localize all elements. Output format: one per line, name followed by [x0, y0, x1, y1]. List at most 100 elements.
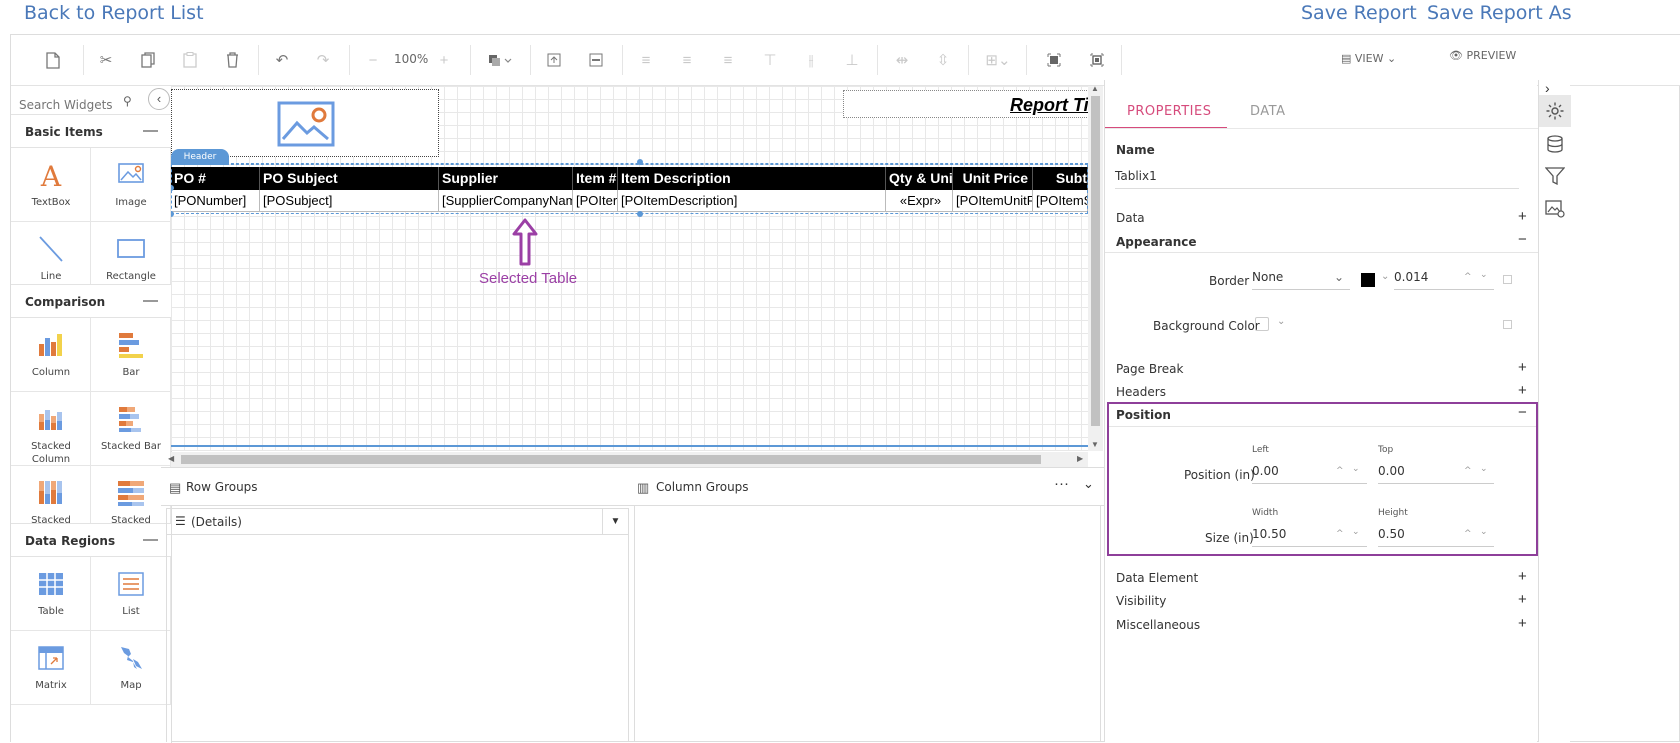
spin-up-icon[interactable]: ^: [1336, 529, 1344, 539]
table-cell[interactable]: [POItemS: [1033, 190, 1088, 212]
collapse-pane-button[interactable]: ‹: [148, 88, 170, 110]
table-cell[interactable]: «Expr»: [886, 190, 953, 212]
zoom-out-icon[interactable]: −: [361, 48, 385, 72]
section-visibility[interactable]: Visibility: [1116, 594, 1166, 608]
spin-up-icon[interactable]: ^: [1336, 466, 1344, 476]
table-header-cell[interactable]: Qty & Unit: [886, 167, 953, 190]
table-header-cell[interactable]: Item Description: [618, 167, 886, 190]
cut-icon[interactable]: ✂: [94, 48, 118, 72]
table-header-cell[interactable]: Unit Price: [953, 167, 1033, 190]
table-cell[interactable]: [PONumber]: [171, 190, 260, 212]
table-header-cell[interactable]: PO #: [171, 167, 260, 190]
table-cell[interactable]: [POItemDescription]: [618, 190, 886, 212]
table-header-cell[interactable]: Subt: [1033, 167, 1088, 190]
align-middle-icon[interactable]: [584, 48, 608, 72]
spin-up-icon[interactable]: ^: [1464, 529, 1472, 539]
scroll-up-icon[interactable]: ▲: [1091, 84, 1099, 93]
chevron-down-icon[interactable]: ⌄: [1381, 271, 1389, 282]
expand-headers-icon[interactable]: +: [1518, 382, 1527, 399]
canvas-horizontal-scrollbar[interactable]: ◀ ▶: [168, 452, 1088, 467]
size-dropdown-icon[interactable]: ⊞⌄: [981, 48, 1015, 72]
widget-bar[interactable]: Bar: [91, 318, 171, 392]
zoom-in-icon[interactable]: +: [432, 48, 456, 72]
new-page-icon[interactable]: [41, 48, 65, 72]
border-color-swatch[interactable]: [1361, 273, 1375, 287]
delete-icon[interactable]: [220, 48, 244, 72]
align-left-icon[interactable]: ≡: [634, 48, 658, 72]
report-title-textbox[interactable]: Report Ti: [843, 90, 1088, 118]
expand-miscellaneous-icon[interactable]: +: [1518, 615, 1527, 632]
spin-down-icon[interactable]: ⌄: [1352, 527, 1360, 537]
collapse-icon[interactable]: —: [143, 122, 158, 139]
details-group-item[interactable]: ☰ (Details) ▼: [167, 509, 628, 535]
scroll-down-icon[interactable]: ▼: [1091, 440, 1099, 449]
widget-column[interactable]: Column: [11, 318, 91, 392]
scroll-thumb[interactable]: [181, 455, 1041, 464]
name-field[interactable]: Tablix1: [1115, 169, 1519, 189]
border-width-input[interactable]: 0.014 ^ ⌄: [1394, 270, 1494, 290]
section-miscellaneous[interactable]: Miscellaneous: [1116, 618, 1200, 632]
expand-visibility-icon[interactable]: +: [1518, 591, 1527, 608]
background-checkbox[interactable]: [1503, 320, 1512, 329]
spin-down-icon[interactable]: ⌄: [1480, 527, 1488, 537]
chevron-down-icon[interactable]: ⌄: [1277, 316, 1285, 327]
align-vcenter-icon[interactable]: ⫲: [799, 48, 823, 72]
category-comparison[interactable]: Comparison —: [11, 284, 171, 318]
details-dropdown-icon[interactable]: ▼: [602, 509, 628, 535]
widget-map[interactable]: Map: [91, 631, 171, 705]
search-widgets-input[interactable]: [19, 94, 159, 116]
database-icon[interactable]: [1546, 135, 1564, 153]
collapse-icon[interactable]: —: [143, 531, 158, 548]
widget-table[interactable]: Table: [11, 557, 91, 631]
distribute-vertical-icon[interactable]: ⇳: [931, 48, 955, 72]
align-right-icon[interactable]: ≡: [716, 48, 740, 72]
category-data-regions[interactable]: Data Regions —: [11, 523, 171, 557]
table-header-cell[interactable]: PO Subject: [260, 167, 439, 190]
widget-textbox[interactable]: A TextBox: [11, 148, 91, 222]
widget-stacked-column[interactable]: Stacked Column: [11, 392, 91, 466]
expand-data-element-icon[interactable]: +: [1518, 568, 1527, 585]
widget-list[interactable]: List: [91, 557, 171, 631]
resize-handle[interactable]: [637, 159, 643, 165]
section-page-break[interactable]: Page Break: [1116, 362, 1183, 376]
table-header-cell[interactable]: Item #: [573, 167, 618, 190]
redo-icon[interactable]: ↷: [311, 48, 335, 72]
bring-to-front-icon[interactable]: [1042, 48, 1066, 72]
table-cell[interactable]: [SupplierCompanyNam: [439, 190, 573, 212]
collapse-icon[interactable]: —: [143, 292, 158, 309]
align-top-edges-icon[interactable]: ⊤: [758, 48, 782, 72]
section-appearance[interactable]: Appearance: [1116, 235, 1197, 249]
align-bottom-edges-icon[interactable]: ⊥: [840, 48, 864, 72]
section-position[interactable]: Position: [1116, 408, 1171, 422]
undo-icon[interactable]: ↶: [270, 48, 294, 72]
expand-page-break-icon[interactable]: +: [1518, 359, 1527, 376]
table-header-row[interactable]: PO # PO Subject Supplier Item # Item Des…: [171, 167, 1088, 190]
collapse-appearance-icon[interactable]: −: [1518, 231, 1527, 248]
category-basic-items[interactable]: Basic Items —: [11, 114, 171, 148]
spin-down-icon[interactable]: ⌄: [1480, 270, 1488, 280]
widget-image[interactable]: Image: [91, 148, 171, 222]
table-cell[interactable]: [POSubject]: [260, 190, 439, 212]
spin-down-icon[interactable]: ⌄: [1352, 464, 1360, 474]
image-manager-icon[interactable]: [1545, 200, 1565, 218]
background-color-swatch[interactable]: [1255, 317, 1269, 331]
section-data-element[interactable]: Data Element: [1116, 571, 1198, 585]
preview-button[interactable]: 👁 PREVIEW: [1449, 49, 1516, 62]
border-checkbox[interactable]: [1503, 275, 1512, 284]
table-cell[interactable]: [POIter: [573, 190, 618, 212]
resize-handle[interactable]: [637, 211, 643, 217]
table-detail-row[interactable]: [PONumber] [POSubject] [SupplierCompanyN…: [171, 190, 1088, 212]
height-input[interactable]: 0.50 ^ ⌄: [1378, 527, 1494, 547]
distribute-horizontal-icon[interactable]: ⇹: [890, 48, 914, 72]
resize-handle[interactable]: [171, 211, 174, 217]
tab-properties[interactable]: PROPERTIES: [1127, 104, 1212, 119]
section-data[interactable]: Data: [1116, 211, 1145, 225]
collapse-groups-icon[interactable]: ⌄: [1083, 476, 1094, 492]
border-style-select[interactable]: None ⌄: [1252, 270, 1350, 290]
widget-matrix[interactable]: Matrix: [11, 631, 91, 705]
top-input[interactable]: 0.00 ^ ⌄: [1378, 464, 1494, 484]
save-report-as-link[interactable]: Save Report As: [1427, 2, 1572, 24]
widget-stacked-bar[interactable]: Stacked Bar: [91, 392, 171, 466]
spin-up-icon[interactable]: ^: [1464, 466, 1472, 476]
left-input[interactable]: 0.00 ^ ⌄: [1252, 464, 1367, 484]
